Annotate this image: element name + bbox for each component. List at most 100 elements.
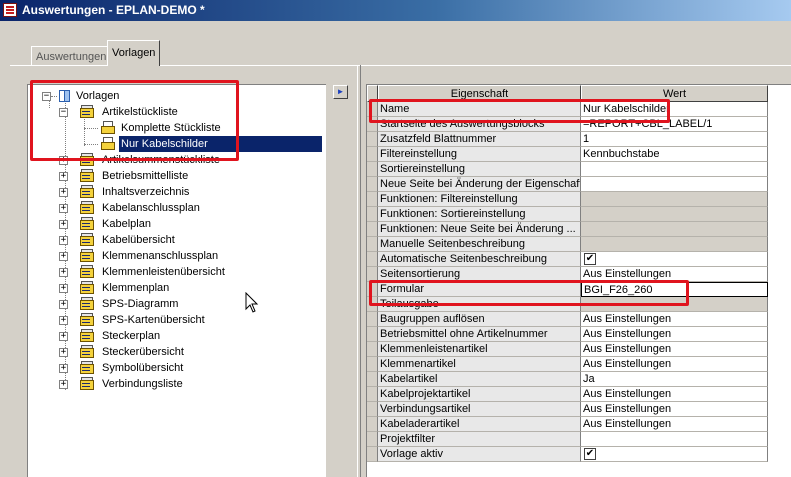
property-name-cell[interactable]: Startseite des Auswertungsblocks bbox=[378, 117, 581, 132]
property-name-cell[interactable]: Funktionen: Sortiereinstellung bbox=[378, 207, 581, 222]
collapse-icon[interactable]: − bbox=[42, 92, 51, 101]
expand-icon[interactable]: + bbox=[59, 380, 68, 389]
property-name-cell[interactable]: Klemmenartikel bbox=[378, 357, 581, 372]
grid-row-header[interactable] bbox=[367, 372, 378, 387]
property-value-cell[interactable] bbox=[581, 207, 768, 222]
grid-row-header[interactable] bbox=[367, 417, 378, 432]
tree-item-nur-kabelschilder[interactable]: Nur Kabelschilder bbox=[84, 136, 322, 152]
property-name-cell[interactable]: Formular bbox=[378, 282, 581, 297]
expand-icon[interactable]: + bbox=[59, 172, 68, 181]
property-value-cell[interactable]: Ja bbox=[581, 372, 768, 387]
property-value-cell[interactable]: 1 bbox=[581, 132, 768, 147]
property-name-cell[interactable]: Zusatzfeld Blattnummer bbox=[378, 132, 581, 147]
property-value-cell[interactable]: Aus Einstellungen bbox=[581, 312, 768, 327]
tab-auswertungen[interactable]: Auswertungen bbox=[31, 46, 112, 65]
property-value-cell[interactable] bbox=[581, 162, 768, 177]
grid-row-header[interactable] bbox=[367, 207, 378, 222]
expand-icon[interactable]: + bbox=[59, 300, 68, 309]
grid-row-header[interactable] bbox=[367, 267, 378, 282]
panel-splitter[interactable] bbox=[357, 65, 361, 477]
checkbox-checked[interactable]: ✔ bbox=[584, 448, 596, 460]
expand-icon[interactable]: + bbox=[59, 364, 68, 373]
property-name-cell[interactable]: Funktionen: Neue Seite bei Änderung ... bbox=[378, 222, 581, 237]
apply-arrow-button[interactable]: ► bbox=[333, 85, 348, 99]
property-name-cell[interactable]: Manuelle Seitenbeschreibung bbox=[378, 237, 581, 252]
template-tree[interactable]: − Vorlagen − Artikelstückliste Komplette… bbox=[27, 84, 326, 477]
property-name-cell[interactable]: Seitensortierung bbox=[378, 267, 581, 282]
property-value-cell[interactable]: Aus Einstellungen bbox=[581, 402, 768, 417]
property-value-cell[interactable] bbox=[581, 192, 768, 207]
grid-row-header[interactable] bbox=[367, 252, 378, 267]
grid-row-header[interactable] bbox=[367, 447, 378, 462]
expand-icon[interactable]: + bbox=[59, 348, 68, 357]
property-value-cell[interactable]: ✔ bbox=[581, 252, 768, 267]
column-header-value[interactable]: Wert bbox=[581, 85, 768, 102]
collapse-icon[interactable]: − bbox=[59, 108, 68, 117]
grid-row-header[interactable] bbox=[367, 102, 378, 117]
property-value-cell[interactable]: Kennbuchstabe bbox=[581, 147, 768, 162]
grid-row-header[interactable] bbox=[367, 117, 378, 132]
property-name-cell[interactable]: Teilausgabe bbox=[378, 297, 581, 312]
column-header-property[interactable]: Eigenschaft bbox=[378, 85, 581, 102]
property-name-cell[interactable]: Neue Seite bei Änderung der Eigenschaft bbox=[378, 177, 581, 192]
property-value-cell[interactable] bbox=[581, 432, 768, 447]
grid-row-header[interactable] bbox=[367, 192, 378, 207]
grid-row-header[interactable] bbox=[367, 222, 378, 237]
property-grid[interactable]: Eigenschaft Wert Name Nur Kabelschilder St… bbox=[366, 84, 791, 477]
grid-row-header[interactable] bbox=[367, 402, 378, 417]
property-value-input[interactable]: BGI_F26_260 bbox=[581, 282, 768, 297]
property-name-cell[interactable]: Sortiereinstellung bbox=[378, 162, 581, 177]
property-name-cell[interactable]: Kabeladerartikel bbox=[378, 417, 581, 432]
property-name-cell[interactable]: Kabelprojektartikel bbox=[378, 387, 581, 402]
checkbox-checked[interactable]: ✔ bbox=[584, 253, 596, 265]
grid-row-header[interactable] bbox=[367, 162, 378, 177]
grid-row-header[interactable] bbox=[367, 177, 378, 192]
property-name-cell[interactable]: Verbindungsartikel bbox=[378, 402, 581, 417]
property-value-cell[interactable]: Aus Einstellungen bbox=[581, 342, 768, 357]
grid-row-header[interactable] bbox=[367, 132, 378, 147]
property-name-cell[interactable]: Filtereinstellung bbox=[378, 147, 581, 162]
property-value-cell[interactable]: Aus Einstellungen bbox=[581, 267, 768, 282]
property-name-cell[interactable]: Betriebsmittel ohne Artikelnummer bbox=[378, 327, 581, 342]
title-bar[interactable]: Auswertungen - EPLAN-DEMO * bbox=[0, 0, 791, 21]
property-name-cell[interactable]: Name bbox=[378, 102, 581, 117]
property-name-cell[interactable]: Vorlage aktiv bbox=[378, 447, 581, 462]
property-value-cell[interactable]: =REPORT+CBL_LABEL/1 bbox=[581, 117, 768, 132]
expand-icon[interactable]: + bbox=[59, 284, 68, 293]
property-value-cell[interactable]: Aus Einstellungen bbox=[581, 387, 768, 402]
property-value-cell[interactable] bbox=[581, 297, 768, 312]
grid-row-header[interactable] bbox=[367, 312, 378, 327]
grid-row-header[interactable] bbox=[367, 357, 378, 372]
grid-row-header[interactable] bbox=[367, 387, 378, 402]
grid-row-header[interactable] bbox=[367, 282, 378, 297]
expand-icon[interactable]: + bbox=[59, 204, 68, 213]
expand-icon[interactable]: + bbox=[59, 252, 68, 261]
property-value-cell[interactable]: Nur Kabelschilder bbox=[581, 102, 768, 117]
grid-row-header[interactable] bbox=[367, 432, 378, 447]
property-value-cell[interactable]: Aus Einstellungen bbox=[581, 327, 768, 342]
property-value-cell[interactable]: ✔ bbox=[581, 447, 768, 462]
expand-icon[interactable]: + bbox=[59, 268, 68, 277]
grid-row-header[interactable] bbox=[367, 327, 378, 342]
property-name-cell[interactable]: Projektfilter bbox=[378, 432, 581, 447]
property-value-cell[interactable]: Aus Einstellungen bbox=[581, 357, 768, 372]
property-name-cell[interactable]: Funktionen: Filtereinstellung bbox=[378, 192, 581, 207]
property-value-cell[interactable] bbox=[581, 237, 768, 252]
property-name-cell[interactable]: Baugruppen auflösen bbox=[378, 312, 581, 327]
expand-icon[interactable]: + bbox=[59, 316, 68, 325]
expand-icon[interactable]: + bbox=[59, 332, 68, 341]
grid-row-header[interactable] bbox=[367, 342, 378, 357]
expand-icon[interactable]: + bbox=[59, 188, 68, 197]
expand-icon[interactable]: + bbox=[59, 156, 68, 165]
property-value-cell[interactable] bbox=[581, 222, 768, 237]
grid-row-header[interactable] bbox=[367, 147, 378, 162]
property-name-cell[interactable]: Kabelartikel bbox=[378, 372, 581, 387]
property-value-cell[interactable]: Aus Einstellungen bbox=[581, 417, 768, 432]
property-name-cell[interactable]: Automatische Seitenbeschreibung bbox=[378, 252, 581, 267]
expand-icon[interactable]: + bbox=[59, 220, 68, 229]
grid-row-header[interactable] bbox=[367, 297, 378, 312]
property-name-cell[interactable]: Klemmenleistenartikel bbox=[378, 342, 581, 357]
expand-icon[interactable]: + bbox=[59, 236, 68, 245]
grid-row-header[interactable] bbox=[367, 237, 378, 252]
tab-vorlagen[interactable]: Vorlagen bbox=[107, 40, 161, 66]
